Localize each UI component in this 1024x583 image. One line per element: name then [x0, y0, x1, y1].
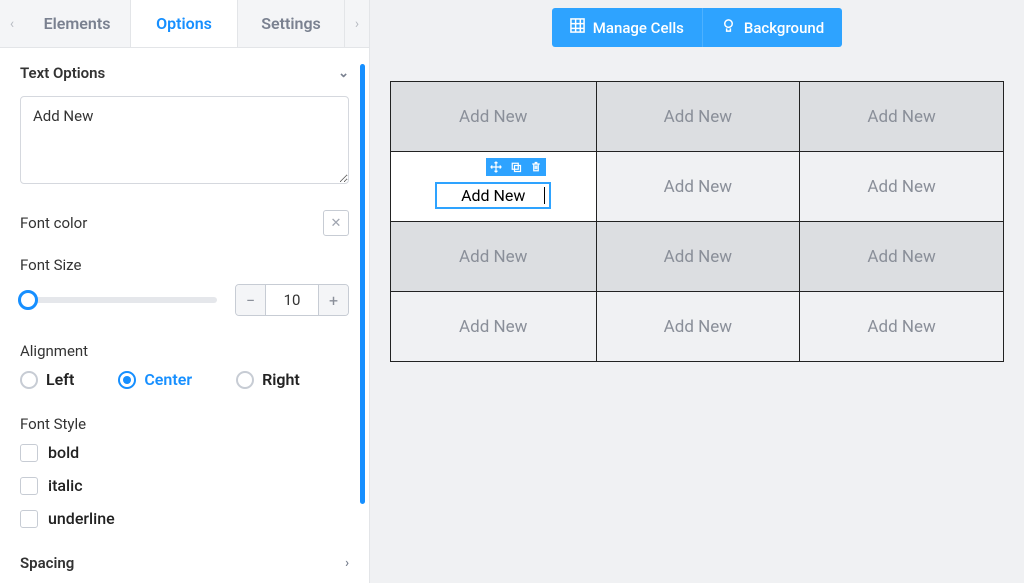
trash-icon[interactable] [526, 158, 546, 176]
manage-cells-button[interactable]: Manage Cells [552, 8, 703, 47]
background-button[interactable]: Background [703, 8, 842, 47]
tabs-scroll-right[interactable]: › [345, 16, 369, 32]
table-row: Add New Add New Add New [391, 222, 1004, 292]
table-row: Add New Add New Add New [391, 152, 1004, 222]
font-size-input[interactable] [266, 291, 318, 309]
radio-icon [20, 371, 38, 389]
options-panel: Text Options ⌄ Add New Font color ✕ Font… [0, 48, 369, 583]
checkbox-icon [20, 444, 38, 462]
table-cell[interactable]: Add New [391, 82, 597, 152]
spacing-label: Spacing [20, 554, 74, 572]
font-color-label: Font color [20, 214, 87, 232]
alignment-label: Alignment [20, 342, 349, 360]
font-size-slider[interactable] [20, 297, 217, 303]
font-style-italic[interactable]: italic [20, 476, 349, 495]
font-style-underline[interactable]: underline [20, 509, 349, 528]
table-cell[interactable]: Add New [596, 222, 800, 292]
table-cell[interactable]: Add New [596, 292, 800, 362]
alignment-group: Left Center Right [20, 370, 349, 389]
top-toolbar: Manage Cells Background [552, 8, 842, 47]
table-cell[interactable]: Add New [596, 82, 800, 152]
tab-elements[interactable]: Elements [24, 0, 131, 47]
checkbox-icon [20, 510, 38, 528]
table-cell[interactable]: Add New [391, 222, 597, 292]
tab-options[interactable]: Options [131, 0, 238, 47]
font-size-increment[interactable]: + [318, 285, 348, 315]
alignment-right[interactable]: Right [236, 370, 300, 389]
table-cell[interactable]: Add New [800, 152, 1004, 222]
alignment-center[interactable]: Center [118, 370, 192, 389]
close-icon: ✕ [331, 216, 342, 231]
table-cell-selected[interactable]: Add New [391, 152, 597, 222]
table-row: Add New Add New Add New [391, 82, 1004, 152]
table-cell[interactable]: Add New [596, 152, 800, 222]
text-options-header[interactable]: Text Options ⌄ [20, 64, 349, 82]
checkbox-icon [20, 477, 38, 495]
text-content-input[interactable]: Add New [20, 96, 349, 184]
font-size-stepper: − + [235, 284, 349, 316]
grid-icon [570, 18, 585, 37]
font-size-slider-thumb[interactable] [18, 290, 38, 310]
font-style-group: bold italic underline [20, 443, 349, 528]
bulb-icon [721, 18, 736, 37]
text-options-label: Text Options [20, 64, 105, 82]
table-row: Add New Add New Add New [391, 292, 1004, 362]
spacing-header[interactable]: Spacing › [20, 554, 349, 572]
cell-text-edit[interactable]: Add New [435, 182, 551, 209]
cell-action-bar [486, 158, 546, 176]
table-cell[interactable]: Add New [800, 222, 1004, 292]
tab-settings[interactable]: Settings [238, 0, 345, 47]
table-cell[interactable]: Add New [800, 82, 1004, 152]
tabs-scroll-left[interactable]: ‹ [0, 16, 24, 32]
font-size-decrement[interactable]: − [236, 285, 266, 315]
canvas: Manage Cells Background Add New Add New … [370, 0, 1024, 583]
alignment-left[interactable]: Left [20, 370, 74, 389]
copy-icon[interactable] [506, 158, 526, 176]
table-cell[interactable]: Add New [391, 292, 597, 362]
font-color-clear[interactable]: ✕ [323, 210, 349, 236]
radio-icon [118, 371, 136, 389]
chevron-right-icon: › [345, 556, 349, 571]
move-icon[interactable] [486, 158, 506, 176]
font-size-label: Font Size [20, 256, 349, 274]
tabs-bar: ‹ Elements Options Settings › [0, 0, 369, 48]
table-grid: Add New Add New Add New Add New Add New … [390, 81, 1004, 362]
table-cell[interactable]: Add New [800, 292, 1004, 362]
font-style-bold[interactable]: bold [20, 443, 349, 462]
radio-icon [236, 371, 254, 389]
chevron-down-icon: ⌄ [338, 66, 349, 81]
font-style-label: Font Style [20, 415, 349, 433]
